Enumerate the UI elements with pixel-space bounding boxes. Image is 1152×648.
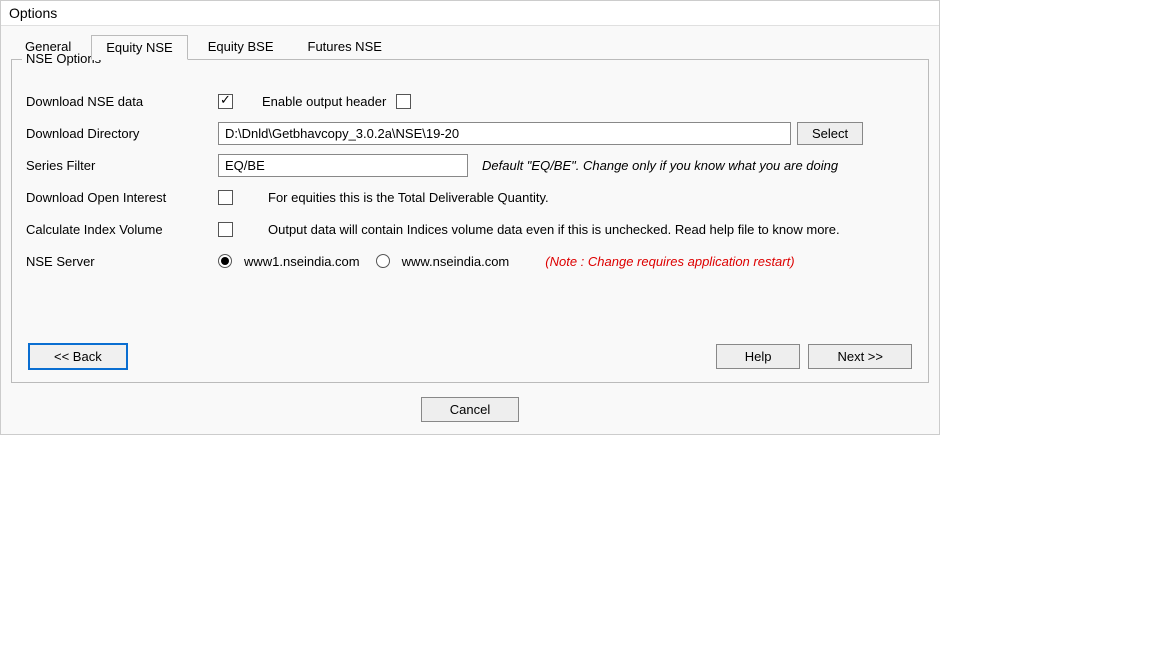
server2-label: www.nseindia.com: [402, 254, 510, 269]
nse-options-fieldset: NSE Options Download NSE data Enable out…: [11, 59, 929, 383]
download-oi-label: Download Open Interest: [26, 190, 218, 205]
series-filter-hint: Default "EQ/BE". Change only if you know…: [482, 158, 838, 173]
download-oi-desc: For equities this is the Total Deliverab…: [268, 190, 549, 205]
row-series-filter: Series Filter Default "EQ/BE". Change on…: [26, 153, 914, 177]
server1-label: www1.nseindia.com: [244, 254, 360, 269]
next-button[interactable]: Next >>: [808, 344, 912, 369]
download-dir-input[interactable]: [218, 122, 791, 145]
server1-radio[interactable]: [218, 254, 232, 268]
select-directory-button[interactable]: Select: [797, 122, 863, 145]
nse-server-label: NSE Server: [26, 254, 218, 269]
calc-index-desc: Output data will contain Indices volume …: [268, 222, 840, 237]
row-calc-index: Calculate Index Volume Output data will …: [26, 217, 914, 241]
download-nse-checkbox[interactable]: [218, 94, 233, 109]
series-filter-label: Series Filter: [26, 158, 218, 173]
enable-header-label: Enable output header: [262, 94, 386, 109]
calc-index-checkbox[interactable]: [218, 222, 233, 237]
row-download-nse: Download NSE data Enable output header: [26, 89, 914, 113]
download-oi-checkbox[interactable]: [218, 190, 233, 205]
options-window: Options General Equity NSE Equity BSE Fu…: [0, 0, 940, 435]
tab-general[interactable]: General: [11, 35, 85, 60]
window-content: General Equity NSE Equity BSE Futures NS…: [1, 26, 939, 434]
calc-index-label: Calculate Index Volume: [26, 222, 218, 237]
server2-radio[interactable]: [376, 254, 390, 268]
cancel-button[interactable]: Cancel: [421, 397, 519, 422]
enable-header-checkbox[interactable]: [396, 94, 411, 109]
tab-futures-nse[interactable]: Futures NSE: [294, 35, 396, 60]
download-dir-label: Download Directory: [26, 126, 218, 141]
download-nse-label: Download NSE data: [26, 94, 218, 109]
cancel-row: Cancel: [11, 397, 929, 422]
tab-equity-bse[interactable]: Equity BSE: [194, 35, 288, 60]
tab-bar: General Equity NSE Equity BSE Futures NS…: [11, 34, 929, 59]
tab-equity-nse[interactable]: Equity NSE: [91, 35, 187, 60]
button-row: << Back Help Next >>: [26, 343, 914, 370]
server-restart-note: (Note : Change requires application rest…: [545, 254, 794, 269]
row-download-oi: Download Open Interest For equities this…: [26, 185, 914, 209]
help-button[interactable]: Help: [716, 344, 801, 369]
row-nse-server: NSE Server www1.nseindia.com www.nseindi…: [26, 249, 914, 273]
window-title: Options: [1, 1, 939, 26]
series-filter-input[interactable]: [218, 154, 468, 177]
back-button[interactable]: << Back: [28, 343, 128, 370]
row-download-dir: Download Directory Select: [26, 121, 914, 145]
